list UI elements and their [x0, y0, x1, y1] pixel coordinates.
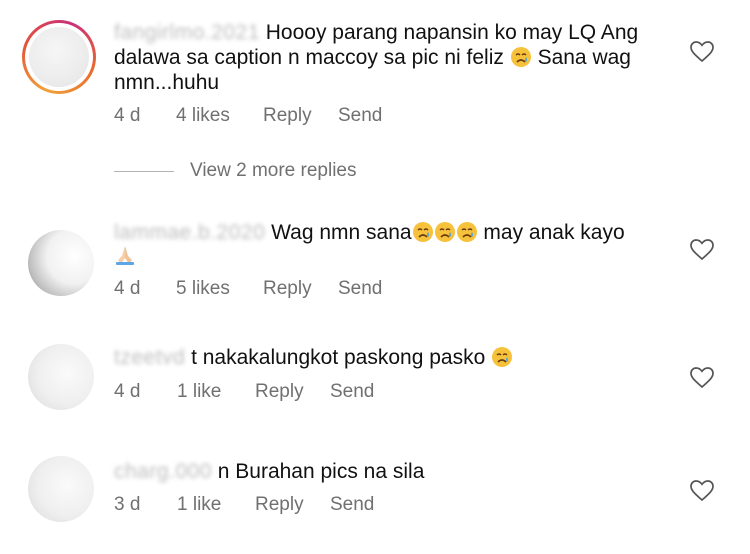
- reply-button[interactable]: Reply: [263, 105, 312, 127]
- crying-face-emoji: [434, 222, 455, 242]
- username[interactable]: charg.000: [114, 460, 212, 483]
- comment-meta: 4 d 4 likes Reply Send: [114, 105, 514, 127]
- reply-button[interactable]: Reply: [255, 381, 304, 403]
- avatar[interactable]: [28, 344, 94, 410]
- comment-text-line: nmn...huhu: [114, 71, 219, 95]
- comment-text: n Burahan pics na sila: [217, 460, 425, 483]
- comment-meta: 4 d 5 likes Reply Send: [114, 278, 514, 300]
- likes-count[interactable]: 4 likes: [176, 105, 230, 127]
- username[interactable]: lammae.b.2020: [114, 221, 265, 244]
- username[interactable]: tzeetvd: [114, 346, 185, 369]
- comment-4: charg.000 n Burahan pics na sila 3 d 1 l…: [0, 440, 750, 550]
- likes-count[interactable]: 5 likes: [176, 278, 230, 300]
- comment-meta: 4 d 1 like Reply Send: [114, 381, 514, 403]
- comment-text-line: dalawa sa caption n maccoy sa pic ni fel…: [114, 46, 631, 70]
- view-more-replies-label[interactable]: View 2 more replies: [190, 160, 357, 182]
- send-button[interactable]: Send: [330, 494, 374, 516]
- crying-face-emoji: [510, 47, 531, 67]
- avatar: [29, 27, 89, 87]
- comment-3: tzeetvd t nakakalungkot paskong pasko 4 …: [0, 330, 750, 430]
- comment-time: 4 d: [114, 105, 141, 126]
- comment-1: fangirlmo.2021 Hoooy parang napansin ko …: [0, 0, 750, 150]
- reply-button[interactable]: Reply: [255, 494, 304, 516]
- reply-button[interactable]: Reply: [263, 278, 312, 300]
- comment-text-line: fangirlmo.2021 Hoooy parang napansin ko …: [114, 21, 638, 45]
- likes-count[interactable]: 1 like: [177, 381, 221, 403]
- send-button[interactable]: Send: [338, 105, 382, 127]
- comment-time: 4 d: [114, 278, 141, 299]
- comment-text: Wag nmn sana: [271, 221, 412, 244]
- likes-count[interactable]: 1 like: [177, 494, 221, 516]
- comment-2: lammae.b.2020 Wag nmn sana may anak kayo…: [0, 200, 750, 310]
- comment-text-line: [114, 244, 136, 269]
- comment-text: t nakakalungkot paskong pasko: [191, 346, 486, 369]
- comment-text: Sana wag: [537, 46, 631, 69]
- comment-text: dalawa sa caption n maccoy sa pic ni fel…: [114, 46, 504, 69]
- comment-text: nmn...huhu: [114, 71, 220, 94]
- send-button[interactable]: Send: [338, 278, 382, 300]
- heart-outline-icon[interactable]: [690, 41, 714, 63]
- username[interactable]: fangirlmo.2021: [114, 21, 260, 44]
- comment-text: Hoooy parang napansin ko may LQ Ang: [265, 21, 639, 44]
- crying-face-emoji: [456, 222, 477, 242]
- heart-outline-icon[interactable]: [690, 239, 714, 261]
- avatar[interactable]: [28, 230, 94, 296]
- heart-outline-icon[interactable]: [690, 367, 714, 389]
- comment-text: may anak kayo: [483, 221, 625, 244]
- avatar-story-ring[interactable]: [22, 20, 96, 94]
- comment-time: 4 d: [114, 381, 141, 402]
- comment-text-line: tzeetvd t nakakalungkot paskong pasko: [114, 346, 513, 370]
- comment-time: 3 d: [114, 494, 141, 515]
- heart-outline-icon[interactable]: [690, 480, 714, 502]
- comment-text-line: lammae.b.2020 Wag nmn sana may anak kayo: [114, 221, 625, 245]
- comment-text-line: charg.000 n Burahan pics na sila: [114, 460, 424, 484]
- send-button[interactable]: Send: [330, 381, 374, 403]
- avatar[interactable]: [28, 456, 94, 522]
- folded-hands-emoji: [116, 246, 134, 265]
- crying-face-emoji: [492, 347, 513, 367]
- crying-face-emoji: [412, 222, 433, 242]
- divider-line: [114, 171, 174, 172]
- comment-meta: 3 d 1 like Reply Send: [114, 494, 514, 516]
